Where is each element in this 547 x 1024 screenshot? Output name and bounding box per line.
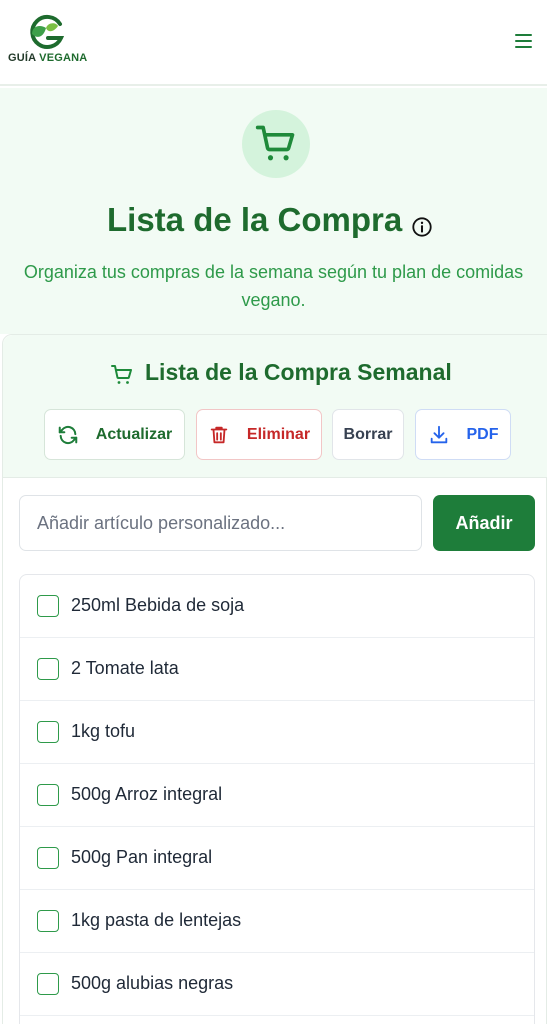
- logo-word-vegana: VEGANA: [35, 52, 88, 64]
- list-item[interactable]: 500g alubias negras: [20, 953, 534, 1016]
- item-label: 1kg tofu: [71, 721, 136, 741]
- card-header: Lista de la Compra Semanal Actualizar El…: [3, 335, 547, 478]
- custom-item-input[interactable]: [19, 495, 422, 551]
- update-button-label: Actualizar: [95, 425, 173, 443]
- item-label: 2 Tomate lata: [71, 658, 179, 678]
- item-checkbox[interactable]: [37, 910, 59, 932]
- subtitle-line-2: vegano.: [241, 290, 306, 310]
- list-item[interactable]: 2 Tomate lata: [20, 638, 534, 701]
- logo-word-guia: GUÍA: [8, 52, 36, 64]
- logo-wordmark: GUÍA VEGANA: [8, 52, 98, 64]
- item-label: 500g Pan integral: [71, 847, 213, 867]
- logo-leaf-g-icon: [30, 14, 65, 49]
- item-label: 1kg pasta de lentejas: [71, 910, 242, 930]
- item-checkbox[interactable]: [37, 721, 59, 743]
- item-label: 500g Arroz integral: [71, 784, 223, 804]
- item-checkbox[interactable]: [37, 658, 59, 680]
- item-checkbox[interactable]: [37, 973, 59, 995]
- info-icon[interactable]: [411, 216, 433, 238]
- item-checkbox[interactable]: [37, 784, 59, 806]
- hero-section: Lista de la Compra Organiza tus compras …: [0, 88, 547, 334]
- shopping-list-card: Lista de la Compra Semanal Actualizar El…: [2, 334, 547, 1024]
- page-subtitle: Organiza tus compras de la semana según …: [0, 258, 547, 314]
- top-header: GUÍA VEGANA: [0, 0, 547, 86]
- add-item-button-label: Añadir: [455, 512, 513, 533]
- hero-cart-badge: [242, 110, 310, 178]
- item-label: 500g alubias negras: [71, 973, 234, 993]
- download-icon: [430, 425, 447, 443]
- trash-icon: [210, 426, 228, 443]
- list-item[interactable]: 1kg tofu: [20, 701, 534, 764]
- clear-button-label: Borrar: [343, 425, 393, 443]
- delete-button[interactable]: Eliminar: [196, 409, 322, 460]
- delete-button-label: Eliminar: [246, 425, 311, 443]
- clear-button[interactable]: Borrar: [332, 409, 404, 460]
- item-checkbox[interactable]: [37, 847, 59, 869]
- shopping-cart-icon: [255, 125, 295, 161]
- page-title: Lista de la Compra: [107, 201, 403, 238]
- guia-vegana-logo[interactable]: GUÍA VEGANA: [8, 14, 98, 66]
- list-item[interactable]: 500g Pan integral: [20, 827, 534, 890]
- refresh-icon: [58, 425, 78, 444]
- card-title-text: Lista de la Compra Semanal: [145, 359, 452, 385]
- list-item[interactable]: 1kg pasta de lentejas: [20, 890, 534, 953]
- shopping-cart-icon: [111, 365, 132, 384]
- item-checkbox[interactable]: [37, 595, 59, 617]
- list-item[interactable]: 500g Arroz integral: [20, 764, 534, 827]
- add-item-button[interactable]: Añadir: [433, 495, 535, 551]
- item-label: 250ml Bebida de soja: [71, 595, 245, 615]
- pdf-button-label: PDF: [466, 425, 499, 443]
- shopping-list: 250ml Bebida de soja 2 Tomate lata 1kg t…: [19, 574, 535, 1024]
- update-button[interactable]: Actualizar: [44, 409, 185, 460]
- hamburger-menu-icon[interactable]: [510, 30, 536, 52]
- pdf-download-button[interactable]: PDF: [415, 409, 511, 460]
- subtitle-line-1: Organiza tus compras de la semana según …: [23, 262, 524, 282]
- list-item[interactable]: 250ml Bebida de soja: [20, 575, 534, 638]
